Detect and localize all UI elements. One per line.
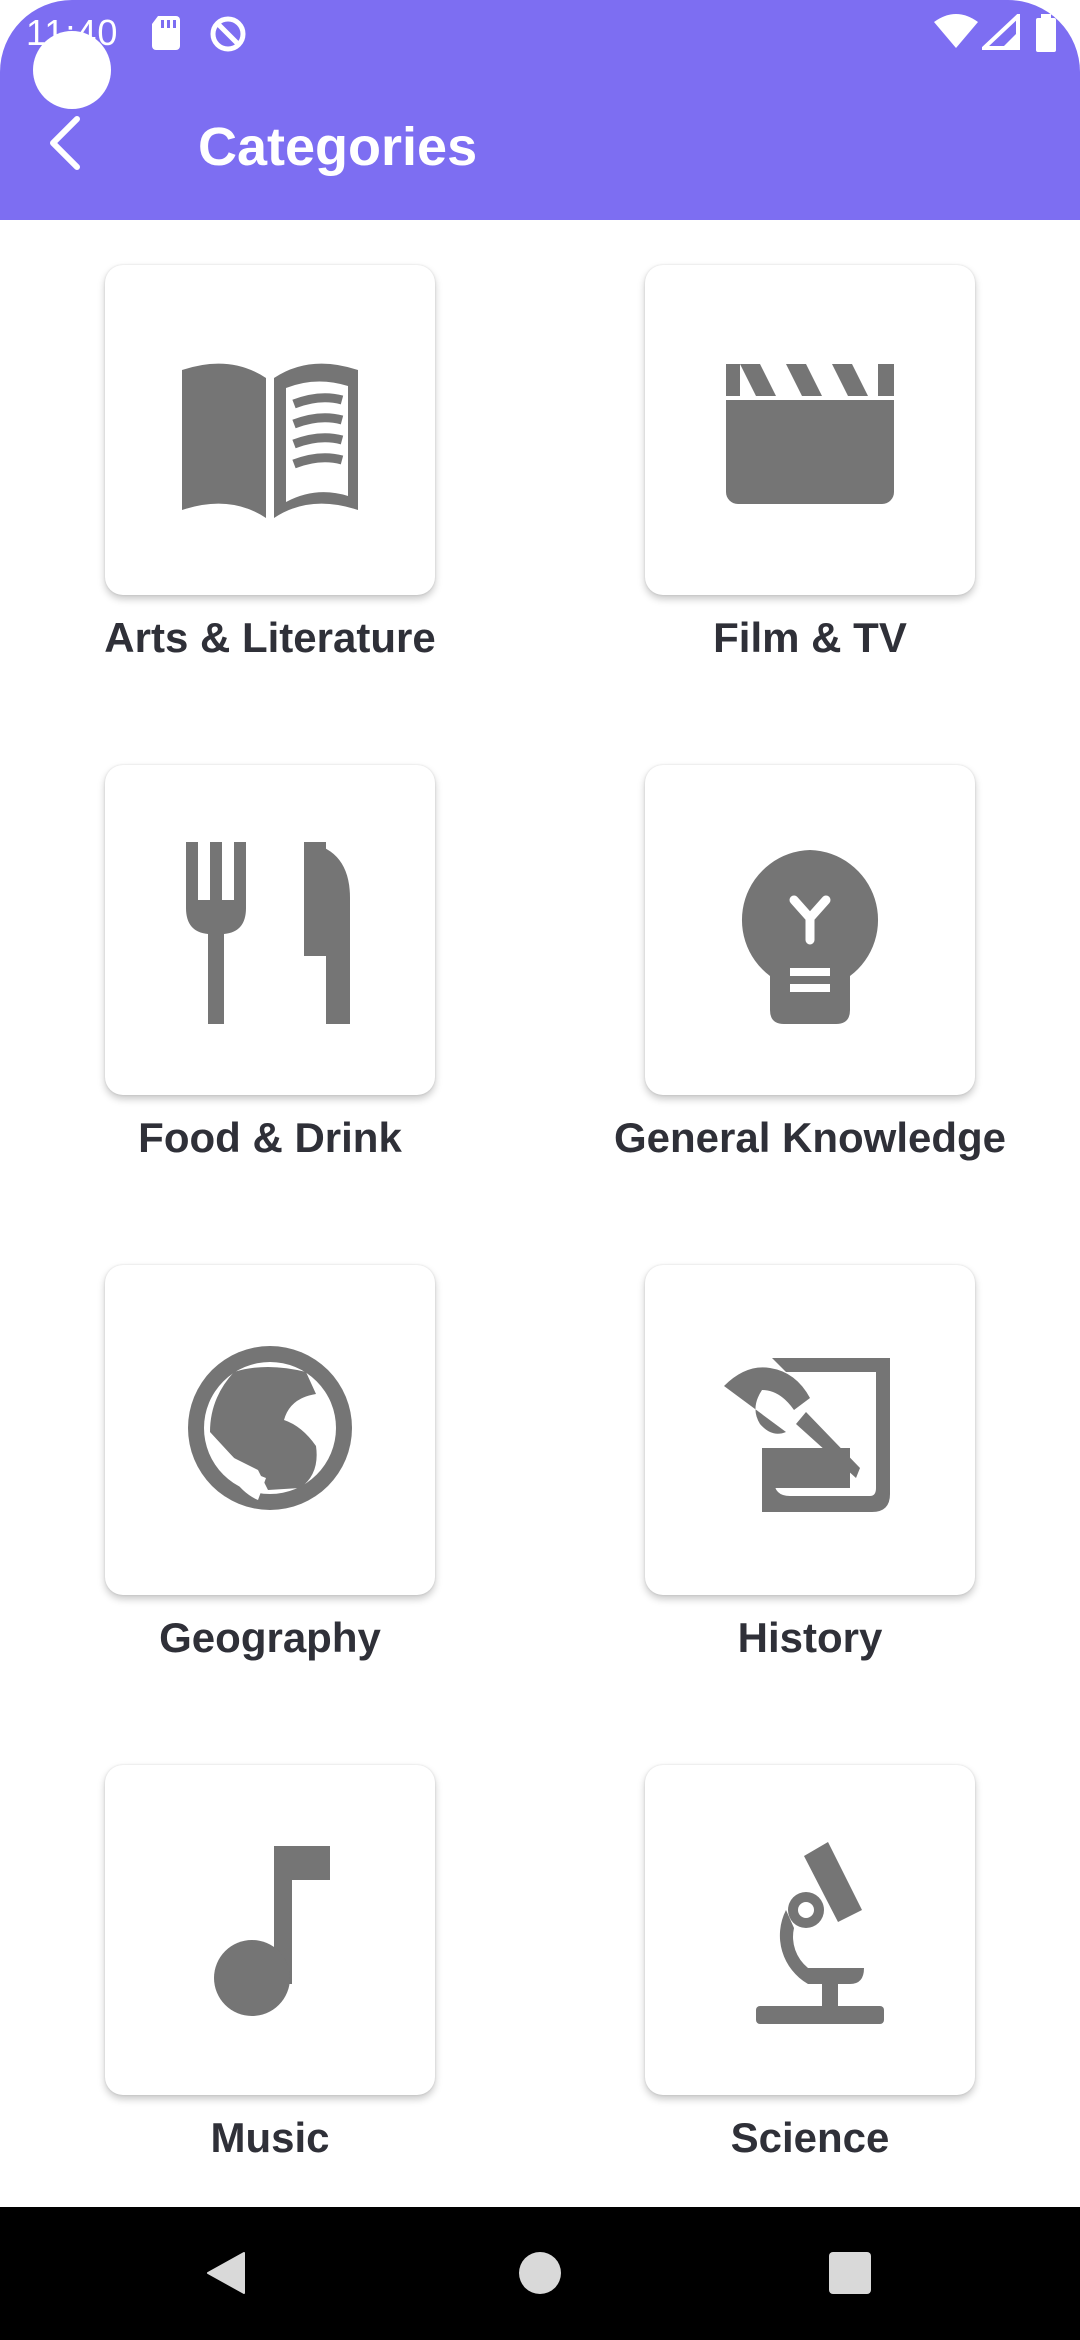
category-tile-music[interactable]: Music	[0, 1720, 540, 2220]
home-circle-icon	[518, 2251, 562, 2300]
category-card[interactable]	[105, 265, 435, 595]
history-scroll-icon	[710, 1328, 910, 1533]
globe-icon	[170, 1328, 370, 1533]
category-card[interactable]	[645, 765, 975, 1095]
category-label: Food & Drink	[138, 1114, 402, 1161]
category-tile-history[interactable]: History	[540, 1220, 1080, 1720]
category-tile-film-tv[interactable]: Film & TV	[540, 220, 1080, 720]
category-card[interactable]	[105, 765, 435, 1095]
cellular-signal-icon	[978, 11, 1020, 55]
page-title: Categories	[198, 117, 478, 177]
category-tile-science[interactable]: Science	[540, 1720, 1080, 2220]
nav-home-button[interactable]	[500, 2235, 580, 2315]
overlay-dot	[33, 31, 111, 109]
category-tile-geography[interactable]: Geography	[0, 1220, 540, 1720]
chevron-left-icon	[45, 115, 85, 176]
category-label: General Knowledge	[613, 1114, 1007, 1161]
nav-recents-button[interactable]	[810, 2235, 890, 2315]
wifi-icon	[934, 14, 978, 55]
do-not-disturb-icon	[208, 14, 248, 59]
recents-square-icon	[828, 2251, 872, 2300]
category-tile-food-drink[interactable]: Food & Drink	[0, 720, 540, 1220]
category-label: Geography	[159, 1614, 381, 1661]
category-card[interactable]	[105, 1765, 435, 2095]
category-card[interactable]	[645, 1765, 975, 2095]
app-bar: 11:40 Categories	[0, 0, 1080, 220]
category-tile-arts-literature[interactable]: Arts & Literature	[0, 220, 540, 720]
system-nav-bar	[0, 2207, 1080, 2340]
clapperboard-icon	[710, 328, 910, 533]
sd-card-icon	[150, 14, 182, 55]
back-triangle-icon	[202, 2249, 250, 2302]
lightbulb-icon	[710, 828, 910, 1033]
category-label: Film & TV	[713, 614, 907, 661]
category-card[interactable]	[645, 1265, 975, 1595]
category-label: Arts & Literature	[104, 614, 436, 661]
category-label: Music	[210, 2114, 330, 2161]
nav-back-button[interactable]	[186, 2235, 266, 2315]
open-book-icon	[170, 328, 370, 533]
music-note-icon	[170, 1828, 370, 2033]
category-card[interactable]	[645, 265, 975, 595]
category-card[interactable]	[105, 1265, 435, 1595]
category-label: History	[737, 1614, 883, 1661]
back-button[interactable]	[30, 110, 100, 180]
microscope-icon	[710, 1828, 910, 2033]
status-bar: 11:40	[0, 0, 1080, 66]
fork-knife-icon	[170, 828, 370, 1033]
category-label: Science	[730, 2114, 890, 2161]
category-tile-general-knowledge[interactable]: General Knowledge	[540, 720, 1080, 1220]
battery-icon	[1034, 14, 1058, 57]
